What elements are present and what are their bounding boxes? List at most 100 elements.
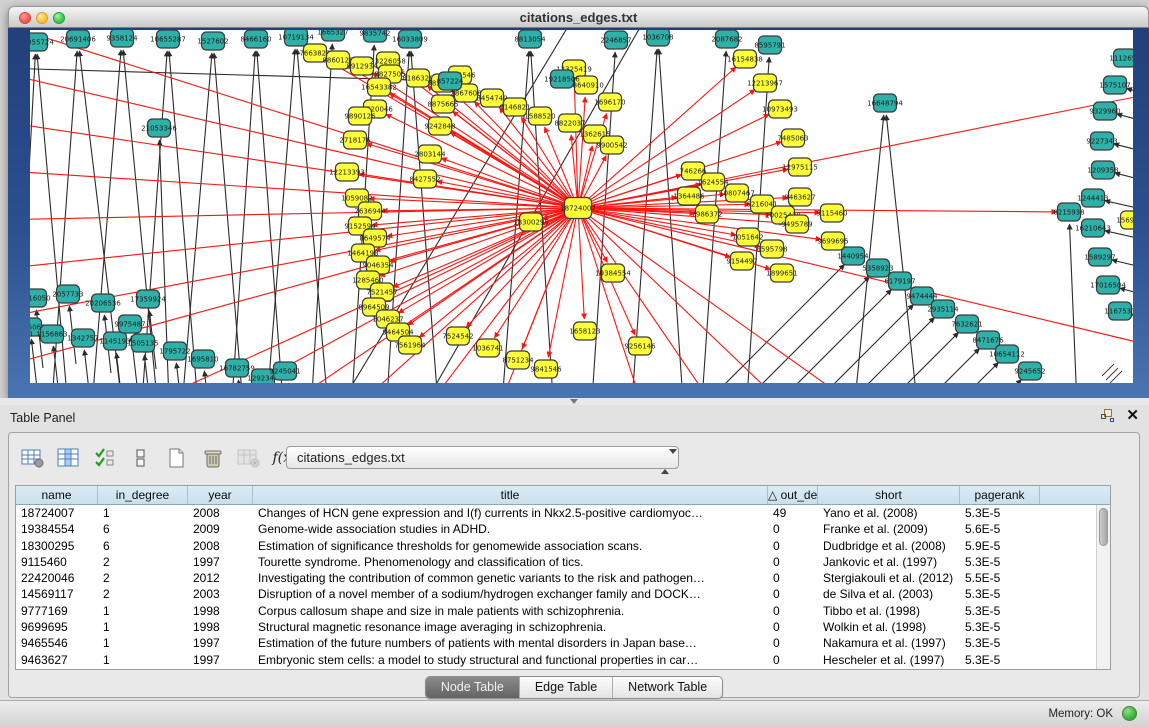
graph-node[interactable]: 8875665 <box>427 95 458 113</box>
graph-node[interactable]: 1588520 <box>524 107 555 125</box>
table-cell[interactable]: 5.3E-5 <box>960 635 1040 651</box>
table-cell[interactable]: 1 <box>98 619 188 635</box>
graph-node[interactable]: 7632621 <box>951 315 982 333</box>
table-row[interactable]: 977716911998Corpus callosum shape and si… <box>16 603 1110 619</box>
column-header-name[interactable]: name <box>16 486 98 504</box>
graph-node[interactable]: 9227343 <box>1086 132 1117 150</box>
table-cell[interactable]: 2003 <box>188 586 253 602</box>
graph-node[interactable]: 857224 <box>437 72 464 90</box>
table-cell[interactable]: 1997 <box>188 635 253 651</box>
graph-node[interactable]: 9835742 <box>359 30 390 42</box>
table-cell[interactable]: 1 <box>98 635 188 651</box>
table-cell[interactable]: 5.3E-5 <box>960 603 1040 619</box>
table-cell[interactable]: 0 <box>768 586 818 602</box>
column-header-title[interactable]: title <box>253 486 768 504</box>
graph-node[interactable]: 1589297 <box>1084 248 1115 266</box>
graph-node[interactable]: 1575107 <box>1099 76 1130 94</box>
graph-node[interactable]: 9256146 <box>624 337 656 355</box>
table-cell[interactable]: 2008 <box>188 505 253 521</box>
table-cell[interactable]: Disruption of a novel member of a sodium… <box>253 586 768 602</box>
graph-node[interactable]: 1145193 <box>99 332 130 350</box>
table-cell[interactable]: 2009 <box>188 521 253 537</box>
table-cell[interactable]: 6 <box>98 521 188 537</box>
graph-node[interactable]: 17016504 <box>1090 276 1126 294</box>
table-row[interactable]: 969969511998Structural magnetic resonanc… <box>16 619 1110 635</box>
table-cell[interactable]: 5.6E-5 <box>960 521 1040 537</box>
graph-node[interactable]: 12213967 <box>747 74 783 92</box>
graph-node[interactable]: 1342757 <box>67 329 98 347</box>
column-header-out_de[interactable]: △ out_de… <box>768 486 818 504</box>
table-cell[interactable]: Estimation of the future numbers of pati… <box>253 635 768 651</box>
show-column-button[interactable] <box>55 445 82 471</box>
graph-node[interactable]: 1569212 <box>1116 211 1133 229</box>
table-cell[interactable]: Genome-wide association studies in ADHD. <box>253 521 768 537</box>
select-columns-button[interactable] <box>91 445 118 471</box>
table-cell[interactable]: 2 <box>98 554 188 570</box>
graph-node[interactable]: 1795722 <box>159 342 190 360</box>
graph-node[interactable]: 9495789 <box>781 215 812 233</box>
graph-node[interactable]: 1244413 <box>1077 189 1108 207</box>
panel-splitter[interactable] <box>0 398 1149 405</box>
graph-node[interactable]: 8813054 <box>514 30 546 48</box>
delete-column-button[interactable] <box>199 445 226 471</box>
graph-node[interactable]: 2057733 <box>52 285 83 303</box>
float-panel-icon[interactable] <box>1101 409 1114 422</box>
table-cell[interactable]: 5.5E-5 <box>960 570 1040 586</box>
graph-node[interactable]: 2087682 <box>711 30 742 48</box>
graph-node[interactable]: 1051642 <box>732 228 763 246</box>
graph-node[interactable]: 9900542 <box>596 136 627 154</box>
graph-node[interactable]: 9463627 <box>784 188 815 206</box>
graph-node[interactable]: 1156863 <box>36 325 67 343</box>
table-cell[interactable]: 49 <box>768 505 818 521</box>
table-row[interactable]: 946554611997Estimation of the future num… <box>16 635 1110 651</box>
table-cell[interactable]: Nakamura et al. (1997) <box>818 635 960 651</box>
graph-node[interactable]: 9841546 <box>530 360 562 378</box>
table-row[interactable]: 1830029562008Estimation of significance … <box>16 538 1110 554</box>
graph-node[interactable]: 16033809 <box>392 30 428 48</box>
table-cell[interactable]: Hescheler et al. (1997) <box>818 652 960 668</box>
import-table-button[interactable] <box>235 445 262 471</box>
memory-indicator-icon[interactable] <box>1122 706 1137 721</box>
column-header-in_degree[interactable]: in_degree <box>98 486 188 504</box>
graph-node[interactable]: 2246857 <box>600 31 631 49</box>
table-cell[interactable]: 5.3E-5 <box>960 554 1040 570</box>
tab-network-table[interactable]: Network Table <box>612 677 722 698</box>
graph-node[interactable]: 1665327 <box>317 30 348 41</box>
graph-node[interactable]: 24055724 <box>30 33 54 51</box>
table-cell[interactable]: 9115460 <box>16 554 98 570</box>
graph-node[interactable]: 2935114 <box>927 300 959 318</box>
graph-node[interactable]: 18724007 <box>560 198 596 219</box>
scrollbar-thumb[interactable] <box>1099 508 1108 546</box>
graph-node[interactable]: 7986372 <box>691 205 722 223</box>
table-cell[interactable]: Tourette syndrome. Phenomenology and cla… <box>253 554 768 570</box>
graph-node[interactable]: 9245652 <box>1014 362 1045 380</box>
table-cell[interactable]: 2008 <box>188 538 253 554</box>
table-cell[interactable]: Investigating the contribution of common… <box>253 570 768 586</box>
table-cell[interactable]: 2 <box>98 570 188 586</box>
table-cell[interactable]: 1 <box>98 652 188 668</box>
table-cell[interactable]: 0 <box>768 570 818 586</box>
table-cell[interactable]: 1998 <box>188 619 253 635</box>
table-cell[interactable]: 0 <box>768 538 818 554</box>
table-cell[interactable]: 1 <box>98 603 188 619</box>
graph-node[interactable]: 20206536 <box>85 294 121 312</box>
graph-node[interactable]: 1440954 <box>837 247 869 265</box>
table-cell[interactable]: 14569117 <box>16 586 98 602</box>
table-cell[interactable]: de Silva et al. (2003) <box>818 586 960 602</box>
table-cell[interactable]: Jankovic et al. (1997) <box>818 554 960 570</box>
graph-node[interactable]: 16648794 <box>867 94 903 112</box>
table-mode-button[interactable] <box>127 445 154 471</box>
graph-node[interactable]: 9975487 <box>114 315 145 333</box>
birdseye-corner-icon[interactable] <box>1110 371 1122 383</box>
graph-node[interactable]: 1209358 <box>1087 161 1118 179</box>
table-cell[interactable]: 18724007 <box>16 505 98 521</box>
graph-node[interactable]: 1036708 <box>642 30 673 46</box>
new-column-button[interactable] <box>163 445 190 471</box>
graph-node[interactable]: 2718176 <box>339 131 371 149</box>
graph-node[interactable]: 1527602 <box>197 32 228 50</box>
graph-node[interactable]: 7561964 <box>394 336 426 354</box>
table-cell[interactable]: 0 <box>768 652 818 668</box>
window-titlebar[interactable]: citations_edges.txt <box>8 6 1149 28</box>
graph-node[interactable]: 1167533 <box>1104 302 1133 320</box>
table-row[interactable]: 1938455462009Genome-wide association stu… <box>16 521 1110 537</box>
